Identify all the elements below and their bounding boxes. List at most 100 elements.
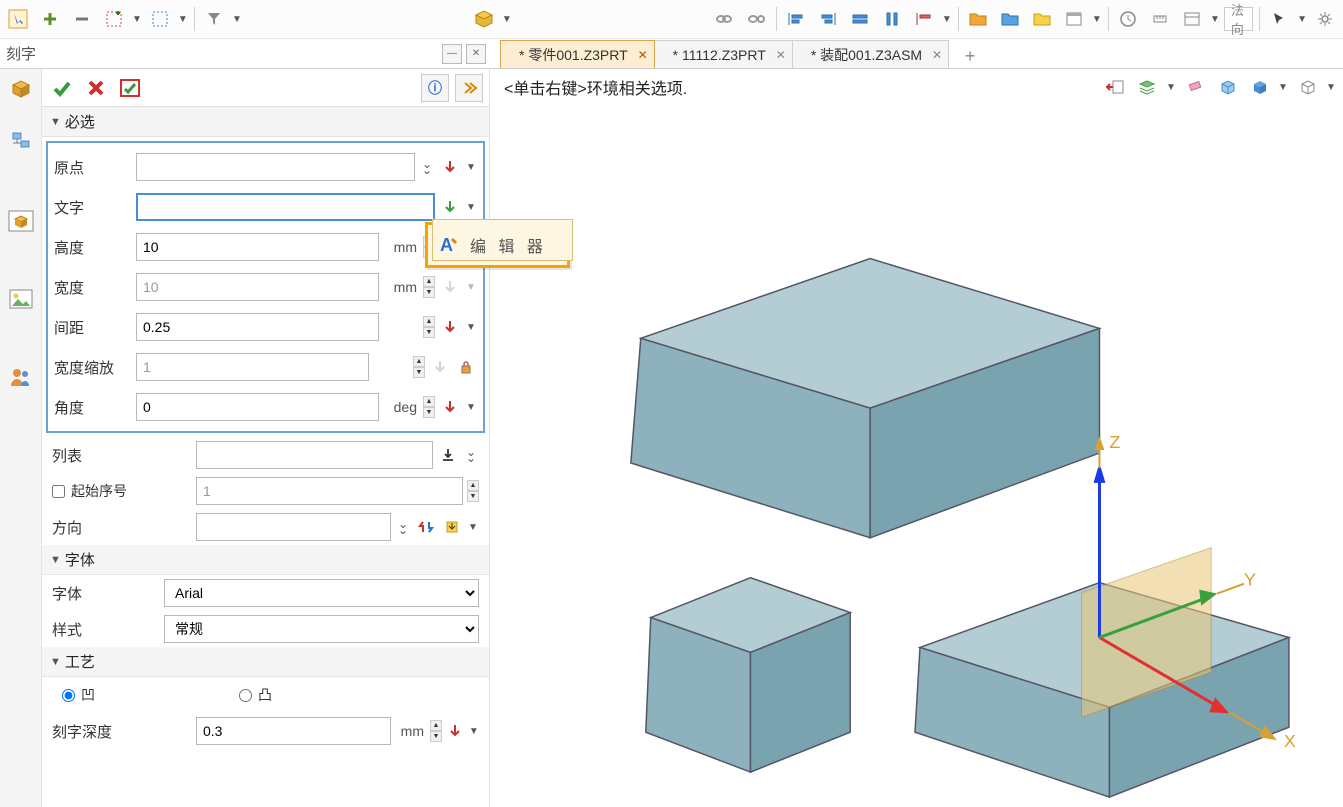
folder-yellow-icon[interactable]	[1028, 5, 1056, 33]
chevron-down-icon[interactable]: ▼	[465, 202, 477, 213]
swap-icon[interactable]	[415, 516, 437, 538]
unlink-icon[interactable]	[742, 5, 770, 33]
section-font[interactable]: ▼ 字体	[42, 545, 489, 575]
lock-icon[interactable]	[455, 356, 477, 378]
chevron-down-icon[interactable]: ▼	[465, 402, 477, 413]
chevron-down-icon[interactable]: ▼	[1325, 82, 1337, 93]
chevron-down-icon[interactable]: ▼	[467, 522, 479, 533]
height-input[interactable]	[136, 233, 379, 261]
close-icon[interactable]: ✕	[776, 48, 786, 62]
filter-icon[interactable]	[200, 5, 228, 33]
section-required[interactable]: ▼ 必选	[42, 107, 489, 137]
align-left-icon[interactable]	[782, 5, 810, 33]
box-tool-icon[interactable]	[470, 5, 498, 33]
startnum-checkbox-label[interactable]: 起始序号	[52, 481, 192, 501]
add-icon[interactable]	[36, 5, 64, 33]
chevron-down-icon[interactable]: ▼	[942, 14, 952, 25]
cube-panel-icon[interactable]	[5, 205, 37, 237]
ruler-icon[interactable]	[1146, 5, 1174, 33]
cursor-icon[interactable]	[1265, 5, 1293, 33]
convex-radio[interactable]	[239, 689, 252, 702]
link-icon[interactable]	[710, 5, 738, 33]
chevron-down-icon[interactable]: ▼	[465, 322, 477, 333]
remove-icon[interactable]	[68, 5, 96, 33]
direction-input[interactable]	[196, 513, 391, 541]
pick-icon[interactable]	[439, 196, 461, 218]
cube-solid-icon[interactable]	[1245, 73, 1273, 101]
apply-button[interactable]	[116, 74, 144, 102]
pick-icon[interactable]	[439, 316, 461, 338]
expand-icon[interactable]: ⌄⌄	[463, 449, 479, 461]
cube-wire-icon[interactable]	[1213, 73, 1241, 101]
add-tab-button[interactable]: +	[956, 44, 984, 68]
folder-orange-icon[interactable]	[964, 5, 992, 33]
pick-icon[interactable]	[446, 720, 465, 742]
clock-icon[interactable]	[1114, 5, 1142, 33]
layers-icon[interactable]	[1133, 73, 1161, 101]
cancel-button[interactable]	[82, 74, 110, 102]
tree-icon[interactable]	[5, 127, 37, 159]
close-button[interactable]: ✕	[466, 44, 486, 64]
marquee-icon[interactable]	[100, 5, 128, 33]
expand-icon[interactable]: ⌄⌄	[395, 521, 411, 533]
origin-input[interactable]	[136, 153, 415, 181]
spinner[interactable]: ▲▼	[430, 720, 442, 742]
info-button[interactable]: ⓘ	[421, 74, 449, 102]
close-icon[interactable]: ✕	[932, 48, 942, 62]
list-input[interactable]	[196, 441, 433, 469]
align-v-icon[interactable]	[878, 5, 906, 33]
style-select[interactable]: 常规	[164, 615, 479, 643]
align-h-icon[interactable]	[846, 5, 874, 33]
chevron-down-icon[interactable]: ▼	[132, 14, 142, 25]
font-select[interactable]: Arial	[164, 579, 479, 607]
spinner[interactable]: ▲▼	[423, 396, 435, 418]
normal-direction-dropdown[interactable]: 法向	[1224, 7, 1253, 31]
exit-icon[interactable]	[1101, 73, 1129, 101]
window-icon[interactable]	[1178, 5, 1206, 33]
download-icon[interactable]	[437, 444, 459, 466]
pointer-tool-icon[interactable]	[4, 5, 32, 33]
spinner[interactable]: ▲▼	[423, 316, 435, 338]
chevron-down-icon[interactable]: ▼	[1092, 14, 1102, 25]
chevron-down-icon[interactable]: ▼	[178, 14, 188, 25]
panel-icon[interactable]	[1060, 5, 1088, 33]
startnum-checkbox[interactable]	[52, 485, 65, 498]
depth-input[interactable]	[196, 717, 391, 745]
spacing-input[interactable]	[136, 313, 379, 341]
3d-viewport[interactable]: <单击右键>环境相关选项. ▼ ▼ ▼	[490, 69, 1343, 807]
pick-icon[interactable]	[441, 516, 463, 538]
chevron-down-icon[interactable]: ▼	[1297, 14, 1307, 25]
chevron-down-icon[interactable]: ▼	[1210, 14, 1220, 25]
align-right-icon[interactable]	[814, 5, 842, 33]
file-tab-11112[interactable]: * 11112.Z3PRT ✕	[654, 40, 793, 68]
chevron-down-icon[interactable]: ▼	[1165, 82, 1177, 93]
convex-radio-label[interactable]: 凸	[239, 685, 272, 705]
gear-icon[interactable]	[1311, 5, 1339, 33]
align-red-icon[interactable]	[910, 5, 938, 33]
concave-radio[interactable]	[62, 689, 75, 702]
region-icon[interactable]	[146, 5, 174, 33]
chevron-down-icon[interactable]: ▼	[469, 726, 479, 737]
file-tab-assembly001[interactable]: * 装配001.Z3ASM ✕	[792, 40, 949, 68]
eraser-icon[interactable]	[1181, 73, 1209, 101]
cube-tool-icon[interactable]	[5, 73, 37, 105]
pick-icon[interactable]	[439, 396, 461, 418]
minimize-button[interactable]: —	[442, 44, 462, 64]
cube-outline-icon[interactable]	[1293, 73, 1321, 101]
image-icon[interactable]	[5, 283, 37, 315]
angle-input[interactable]	[136, 393, 379, 421]
close-icon[interactable]: ✕	[638, 48, 648, 62]
file-tab-part001[interactable]: * 零件001.Z3PRT ✕	[500, 40, 655, 68]
folder-blue-icon[interactable]	[996, 5, 1024, 33]
concave-radio-label[interactable]: 凹	[62, 685, 95, 705]
text-input[interactable]	[136, 193, 435, 221]
section-process[interactable]: ▼ 工艺	[42, 647, 489, 677]
pick-icon[interactable]	[439, 156, 461, 178]
people-icon[interactable]	[5, 361, 37, 393]
chevron-down-icon[interactable]: ▼	[232, 14, 242, 25]
collapse-button[interactable]	[455, 74, 483, 102]
chevron-down-icon[interactable]: ▼	[502, 14, 512, 25]
chevron-down-icon[interactable]: ▼	[465, 162, 477, 173]
ok-button[interactable]	[48, 74, 76, 102]
expand-icon[interactable]: ⌄⌄	[419, 161, 435, 173]
